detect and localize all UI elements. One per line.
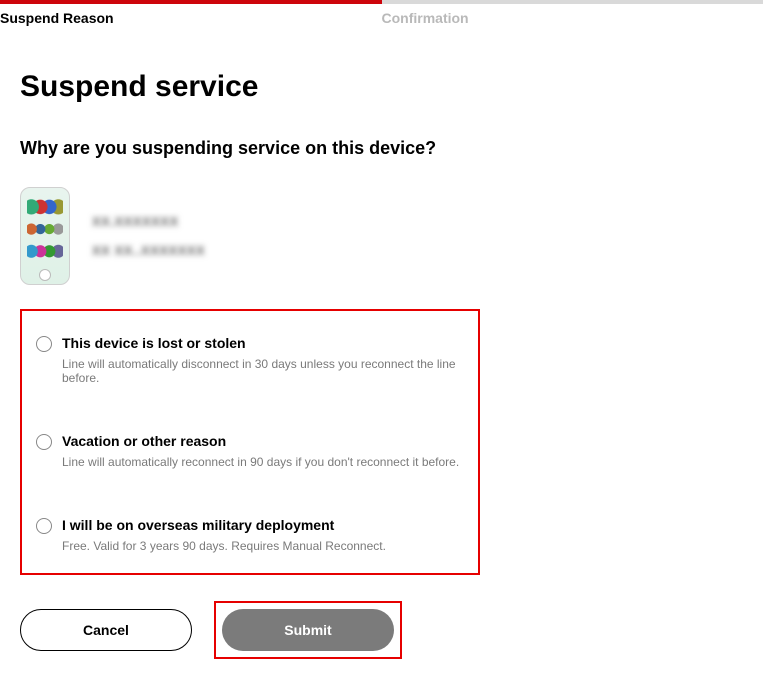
device-name: XX.XXXXXXX	[92, 214, 205, 229]
cancel-button[interactable]: Cancel	[20, 609, 192, 651]
step-label: Confirmation	[382, 10, 469, 26]
option-military[interactable]: I will be on overseas military deploymen…	[36, 511, 464, 559]
radio-vacation[interactable]	[36, 434, 52, 450]
step-suspend-reason[interactable]: Suspend Reason	[0, 0, 382, 32]
option-desc: Line will automatically disconnect in 30…	[62, 357, 464, 385]
device-number: XX XX..XXXXXXX	[92, 243, 205, 258]
option-title: Vacation or other reason	[62, 433, 459, 449]
radio-military[interactable]	[36, 518, 52, 534]
page-title: Suspend service	[20, 70, 743, 104]
device-info: XX.XXXXXXX XX XX..XXXXXXX	[20, 187, 743, 285]
option-lost-stolen[interactable]: This device is lost or stolen Line will …	[36, 329, 464, 391]
reason-options-group: This device is lost or stolen Line will …	[20, 309, 480, 575]
option-title: This device is lost or stolen	[62, 335, 464, 351]
submit-button[interactable]: Submit	[222, 609, 394, 651]
device-image-icon	[20, 187, 70, 285]
submit-highlight-box: Submit	[214, 601, 402, 659]
button-row: Cancel Submit	[20, 601, 743, 659]
step-label: Suspend Reason	[0, 10, 114, 26]
progress-stepper: Suspend Reason Confirmation	[0, 0, 763, 32]
option-desc: Free. Valid for 3 years 90 days. Require…	[62, 539, 386, 553]
radio-lost-stolen[interactable]	[36, 336, 52, 352]
question-heading: Why are you suspending service on this d…	[20, 138, 743, 159]
step-confirmation: Confirmation	[382, 0, 763, 32]
option-title: I will be on overseas military deploymen…	[62, 517, 386, 533]
option-desc: Line will automatically reconnect in 90 …	[62, 455, 459, 469]
option-vacation[interactable]: Vacation or other reason Line will autom…	[36, 427, 464, 475]
